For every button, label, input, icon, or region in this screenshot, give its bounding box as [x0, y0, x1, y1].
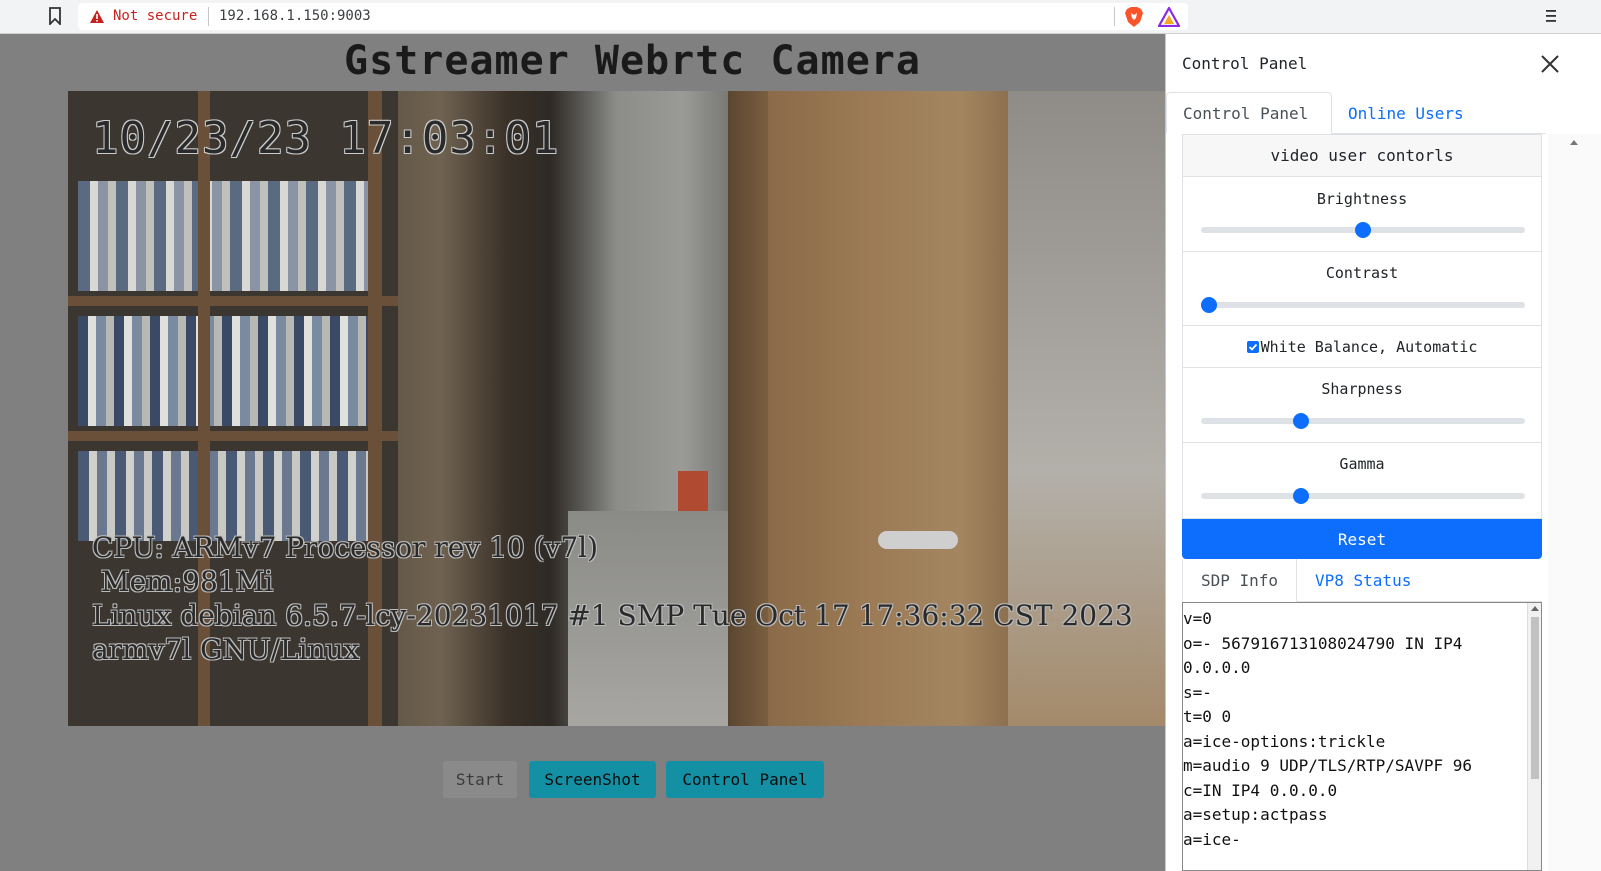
brightness-slider-thumb[interactable]: [1355, 222, 1371, 238]
page-title: Gstreamer Webrtc Camera: [344, 38, 921, 84]
video-books-row: [78, 316, 378, 426]
info-tabs: SDP Info VP8 Status: [1182, 559, 1542, 602]
gamma-label: Gamma: [1339, 455, 1385, 473]
tab-control-panel[interactable]: Control Panel: [1166, 92, 1332, 134]
scroll-up-icon[interactable]: [1570, 140, 1578, 145]
panel-title: Control Panel: [1182, 54, 1308, 73]
url-divider: [208, 7, 209, 26]
screenshot-button[interactable]: ScreenShot: [529, 761, 656, 798]
control-panel-offcanvas: Control Panel Control Panel Online Users…: [1165, 34, 1601, 871]
start-button[interactable]: Start: [443, 761, 517, 798]
contrast-control: Contrast: [1183, 252, 1541, 326]
panel-tabs: Control Panel Online Users: [1166, 92, 1546, 134]
brightness-slider[interactable]: [1201, 222, 1525, 238]
white-balance-control: White Balance, Automatic: [1183, 326, 1541, 368]
sdp-scrollbar-thumb[interactable]: [1531, 617, 1539, 779]
page-content: Gstreamer Webrtc Camera 10/23/23 17:03:0…: [0, 34, 1165, 871]
video-controls-list: Brightness Contrast White Balance, Autom…: [1182, 177, 1542, 519]
sharpness-label: Sharpness: [1321, 380, 1403, 398]
bookmark-icon[interactable]: [48, 7, 62, 25]
sharpness-slider-thumb[interactable]: [1293, 413, 1310, 429]
white-balance-checkbox[interactable]: [1246, 341, 1259, 353]
reset-button[interactable]: Reset: [1182, 519, 1542, 559]
video-stream[interactable]: 10/23/23 17:03:01 CPU: ARMv7 Processor r…: [68, 91, 1165, 726]
close-icon[interactable]: [1540, 54, 1560, 74]
video-shelf-plank: [68, 296, 398, 306]
menu-icon[interactable]: [1545, 8, 1557, 24]
white-balance-row: White Balance, Automatic: [1183, 326, 1541, 368]
white-balance-label: White Balance, Automatic: [1260, 338, 1478, 356]
address-bar[interactable]: Not secure 192.168.1.150:9003: [78, 3, 1188, 30]
sharpness-control: Sharpness: [1183, 368, 1541, 443]
sdp-scrollbar[interactable]: [1527, 603, 1541, 870]
url-text[interactable]: 192.168.1.150:9003: [219, 8, 371, 24]
brave-rewards-icon[interactable]: [1158, 7, 1180, 27]
not-secure-label[interactable]: Not secure: [113, 8, 197, 24]
overlay-datetime: 10/23/23 17:03:01: [92, 113, 560, 164]
video-books-row: [78, 451, 378, 541]
panel-scrollbar[interactable]: [1548, 134, 1601, 871]
brightness-control: Brightness: [1183, 177, 1541, 252]
browser-toolbar: Not secure 192.168.1.150:9003: [0, 0, 1601, 34]
scroll-up-icon[interactable]: [1531, 606, 1539, 611]
brave-shield-icon[interactable]: [1124, 6, 1144, 28]
gamma-slider-thumb[interactable]: [1293, 488, 1310, 504]
contrast-slider-thumb[interactable]: [1201, 297, 1217, 313]
control-panel-button[interactable]: Control Panel: [666, 761, 824, 798]
video-shelf-plank: [68, 431, 398, 441]
warning-icon: [90, 10, 104, 23]
sharpness-slider[interactable]: [1201, 413, 1525, 429]
sdp-content: v=0 o=- 567916713108024790 IN IP4 0.0.0.…: [1183, 609, 1472, 849]
gamma-control: Gamma: [1183, 443, 1541, 518]
overlay-system-info: CPU: ARMv7 Processor rev 10 (v7l) Mem:98…: [92, 531, 1133, 666]
tab-online-users[interactable]: Online Users: [1332, 92, 1492, 134]
contrast-slider[interactable]: [1201, 297, 1525, 313]
tab-sdp-info[interactable]: SDP Info: [1182, 559, 1297, 602]
video-controls-header: video user contorls: [1182, 134, 1542, 177]
contrast-label: Contrast: [1325, 264, 1399, 282]
brightness-label: Brightness: [1316, 190, 1408, 208]
url-divider-right: [1114, 7, 1115, 26]
video-red-stool: [678, 471, 708, 511]
tab-vp8-status[interactable]: VP8 Status: [1315, 559, 1411, 602]
gamma-slider[interactable]: [1201, 488, 1525, 504]
video-books-row: [78, 181, 378, 291]
sdp-textarea[interactable]: v=0 o=- 567916713108024790 IN IP4 0.0.0.…: [1182, 602, 1542, 871]
